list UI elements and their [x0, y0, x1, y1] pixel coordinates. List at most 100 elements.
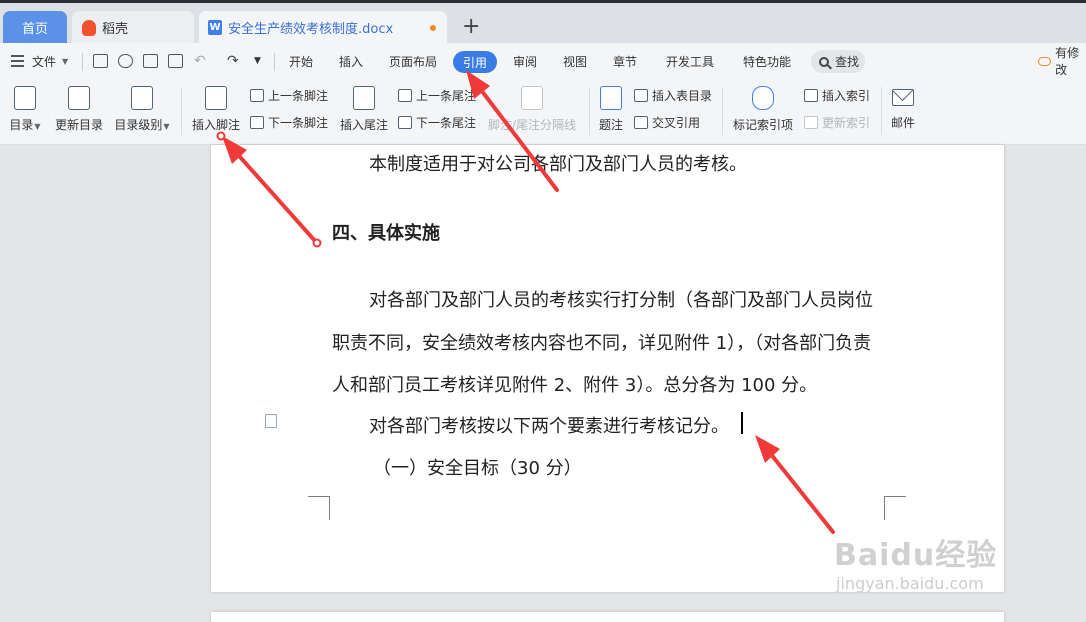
tab-document[interactable]: W 安全生产绩效考核制度.docx [199, 11, 447, 44]
chevron-down-icon: ▼ [62, 56, 69, 66]
caption-button[interactable]: 题注 [598, 79, 624, 133]
document-page[interactable] [211, 145, 1004, 592]
file-menu-label: 文件 [32, 54, 57, 69]
toc-level-icon [131, 86, 153, 110]
separator [274, 53, 275, 71]
search-icon [819, 56, 829, 67]
separator [181, 87, 182, 135]
margin-corner-mark [884, 496, 906, 520]
note-separator-icon [521, 86, 543, 110]
next-endnote-button[interactable]: 下一条尾注 [398, 114, 476, 131]
menu-bar: 文件 ▼ ↶ ↷ ▼ 开始 插入 页面布局 引用 审阅 视图 章节 开发工具 特… [0, 43, 1086, 79]
doc-paragraph[interactable]: 对各部门及部门人员的考核实行打分制（各部门及部门人员岗位 [369, 286, 873, 312]
doc-paragraph[interactable]: 对各部门考核按以下两个要素进行考核记分。 [369, 412, 729, 438]
caption-label: 题注 [598, 118, 623, 132]
tab-page-layout[interactable]: 页面布局 [389, 43, 437, 79]
note-separator-button[interactable]: 脚注/尾注分隔线 [486, 79, 578, 133]
tab-home[interactable]: 首页 [3, 11, 67, 44]
tab-special-features[interactable]: 特色功能 [743, 43, 791, 79]
mail-button[interactable]: 邮件 [889, 79, 917, 131]
doc-paragraph[interactable]: 人和部门员工考核详见附件 2、附件 3）。总分各为 100 分。 [332, 371, 817, 397]
cloud-icon [1038, 56, 1052, 66]
insert-footnote-button[interactable]: 插入脚注 [191, 79, 241, 133]
file-menu[interactable]: 文件 ▼ [32, 43, 68, 79]
update-index-icon [804, 116, 818, 129]
next-endnote-label: 下一条尾注 [416, 116, 477, 130]
mark-index-entry-label: 标记索引项 [732, 118, 793, 132]
separator [722, 87, 723, 135]
hamburger-menu-icon[interactable] [11, 55, 24, 70]
more-quick-icon[interactable]: ▼ [254, 43, 261, 79]
separator [82, 53, 83, 71]
cross-reference-icon [634, 116, 648, 129]
prev-endnote-button[interactable]: 上一条尾注 [398, 87, 476, 104]
next-footnote-button[interactable]: 下一条脚注 [250, 114, 328, 131]
insert-index-button[interactable]: 插入索引 [804, 87, 870, 104]
tab-developer[interactable]: 开发工具 [666, 43, 714, 79]
doc-heading[interactable]: 四、具体实施 [332, 219, 440, 245]
tab-docer[interactable]: 稻壳 [72, 11, 194, 44]
tab-insert[interactable]: 插入 [339, 43, 363, 79]
redo-icon[interactable]: ↷ [227, 43, 239, 79]
next-endnote-icon [398, 116, 412, 129]
update-toc-label: 更新目录 [54, 118, 103, 132]
document-next-page[interactable] [211, 612, 1004, 622]
tab-bar: 首页 稻壳 W 安全生产绩效考核制度.docx + [0, 0, 1086, 44]
print-preview-icon[interactable] [168, 54, 183, 68]
tab-review[interactable]: 审阅 [513, 43, 537, 79]
toc-level-button[interactable]: 目录级别▼ [113, 79, 171, 133]
insert-table-of-figures-label: 插入表目录 [652, 89, 713, 103]
doc-paragraph[interactable]: 职责不同，安全绩效考核内容也不同，详见附件 1），（对各部门负责 [332, 329, 871, 355]
mail-label: 邮件 [890, 116, 915, 130]
new-tab-button[interactable]: + [462, 16, 480, 38]
insert-endnote-icon [353, 86, 375, 110]
mark-index-entry-button[interactable]: 标记索引项 [731, 79, 795, 133]
insert-footnote-icon [205, 86, 227, 110]
doc-paragraph[interactable]: 本制度适用于对公司各部门及部门人员的考核。 [369, 150, 747, 176]
next-footnote-label: 下一条脚注 [268, 116, 329, 130]
margin-corner-mark [308, 496, 330, 520]
table-of-contents-icon [14, 86, 36, 110]
toc-button[interactable]: 目录▼ [8, 79, 42, 133]
cross-reference-button[interactable]: 交叉引用 [634, 114, 700, 131]
word-doc-icon: W [208, 20, 222, 35]
ribbon-references: 目录▼ 更新目录 目录级别▼ 插入脚注 上一条脚注 下一条脚注 插入尾注 上一条… [0, 79, 1086, 145]
insert-endnote-button[interactable]: 插入尾注 [339, 79, 389, 133]
insert-index-icon [804, 89, 818, 102]
note-separator-label: 脚注/尾注分隔线 [487, 118, 577, 132]
paragraph-layout-icon[interactable] [265, 414, 277, 428]
search-button[interactable]: 查找 [811, 50, 865, 73]
insert-endnote-label: 插入尾注 [339, 118, 388, 132]
update-toc-button[interactable]: 更新目录 [53, 79, 105, 133]
format-painter-icon[interactable] [118, 54, 133, 68]
separator [881, 87, 882, 135]
tab-references[interactable]: 引用 [453, 51, 497, 73]
print-icon[interactable] [143, 54, 158, 68]
docer-logo-icon [82, 19, 96, 36]
prev-endnote-label: 上一条尾注 [416, 89, 477, 103]
tab-docer-label: 稻壳 [102, 22, 129, 37]
prev-footnote-button[interactable]: 上一条脚注 [250, 87, 328, 104]
prev-footnote-icon [250, 89, 264, 102]
update-index-button[interactable]: 更新索引 [804, 114, 870, 131]
separator [589, 87, 590, 135]
save-icon[interactable] [93, 54, 108, 68]
cloud-status-label: 有修改 [1055, 46, 1080, 77]
undo-icon[interactable]: ↶ [194, 43, 206, 79]
insert-footnote-label: 插入脚注 [191, 118, 240, 132]
insert-table-of-figures-button[interactable]: 插入表目录 [634, 87, 712, 104]
unsaved-dot-icon [430, 25, 436, 31]
tab-chapter[interactable]: 章节 [613, 43, 637, 79]
toc-label: 目录 [9, 118, 34, 132]
watermark-logo: Baidu经验 [834, 538, 998, 573]
cloud-status[interactable]: 有修改 [1038, 43, 1086, 79]
cross-reference-label: 交叉引用 [652, 116, 701, 130]
table-of-figures-icon [634, 89, 648, 102]
tab-view[interactable]: 视图 [563, 43, 587, 79]
mark-index-icon [752, 86, 774, 110]
prev-footnote-label: 上一条脚注 [268, 89, 329, 103]
doc-paragraph[interactable]: （一）安全目标（30 分） [373, 454, 582, 480]
text-cursor [741, 412, 743, 434]
tab-start[interactable]: 开始 [289, 43, 313, 79]
next-footnote-icon [250, 116, 264, 129]
